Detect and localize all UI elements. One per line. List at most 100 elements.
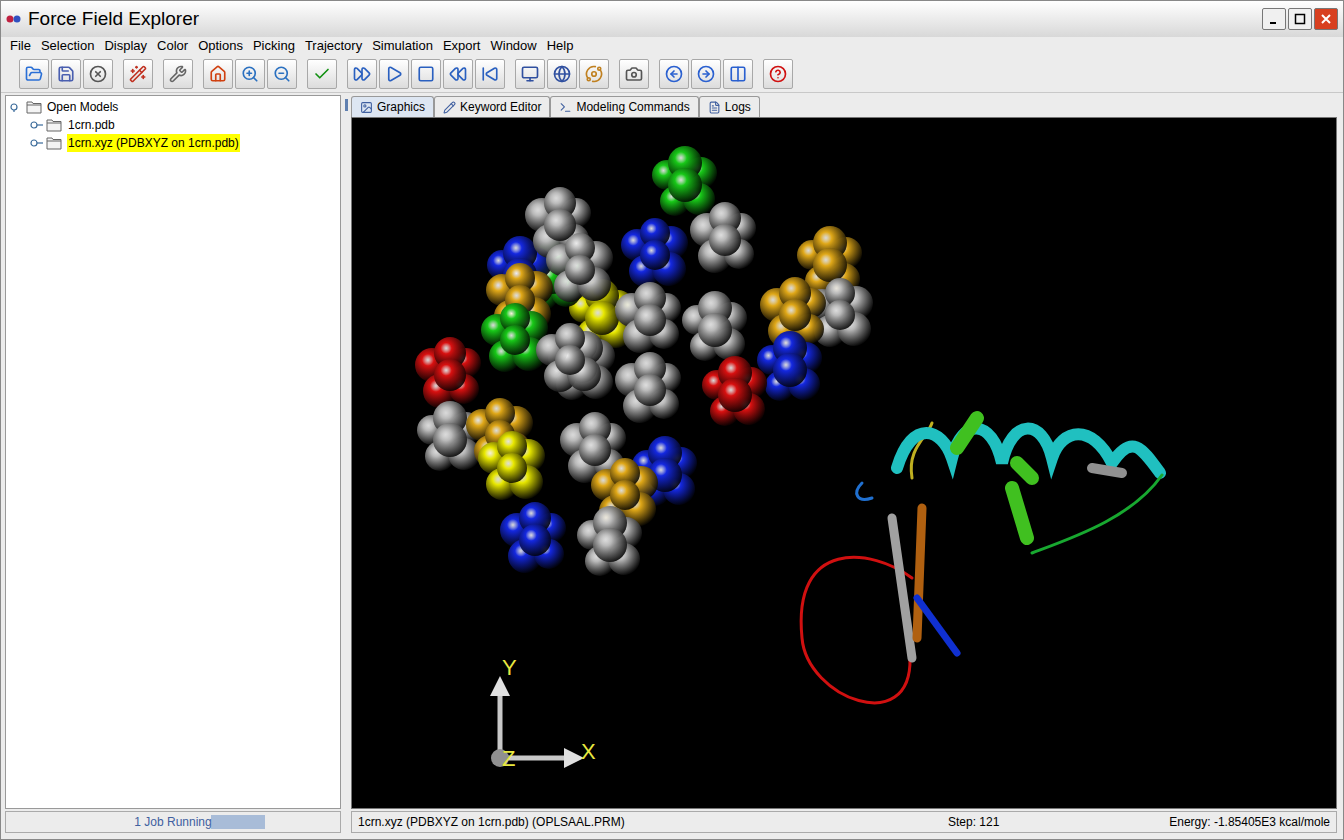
menu-item[interactable]: Simulation xyxy=(367,38,438,54)
toolbar-button[interactable] xyxy=(475,59,505,89)
svg-text:Z: Z xyxy=(502,746,515,771)
toolbar-button[interactable] xyxy=(659,59,689,89)
status-energy: Energy: -1.85405E3 kcal/mole xyxy=(1169,813,1330,831)
space-filling-model[interactable]: Y Z X xyxy=(352,118,1336,809)
menu-item[interactable]: File xyxy=(5,38,36,54)
menu-item[interactable]: Display xyxy=(99,38,152,54)
toolbar-button[interactable] xyxy=(379,59,409,89)
menu-item[interactable]: Picking xyxy=(248,38,300,54)
tab-bar: GraphicsKeyword EditorModeling CommandsL… xyxy=(351,95,1337,117)
keyword-icon xyxy=(443,101,456,114)
save-icon xyxy=(57,65,75,83)
right-column: GraphicsKeyword EditorModeling CommandsL… xyxy=(351,95,1337,833)
rewind-icon xyxy=(449,65,467,83)
app-window: Force Field Explorer FileSelectionDisplay… xyxy=(0,0,1344,840)
help-icon xyxy=(769,65,787,83)
menu-item[interactable]: Selection xyxy=(36,38,99,54)
graphics-icon xyxy=(360,101,373,114)
stop-icon xyxy=(417,65,435,83)
splitter[interactable] xyxy=(341,95,351,833)
toolbar-button[interactable] xyxy=(579,59,609,89)
toolbar-button[interactable] xyxy=(235,59,265,89)
toolbar-button[interactable] xyxy=(267,59,297,89)
svg-text:Y: Y xyxy=(502,655,517,680)
play-icon xyxy=(385,65,403,83)
toolbar-button[interactable] xyxy=(515,59,545,89)
minimize-icon xyxy=(1268,13,1280,25)
toolbar-button[interactable] xyxy=(723,59,753,89)
left-column: Open Models1crn.pdb1crn.xyz (PDBXYZ on 1… xyxy=(5,95,341,833)
job-status: 1 Job Running xyxy=(5,811,341,833)
monitor-icon xyxy=(521,65,539,83)
app-logo-icon xyxy=(6,13,22,25)
minimize-button[interactable] xyxy=(1262,8,1286,30)
logs-icon xyxy=(708,101,721,114)
menu-item[interactable]: Help xyxy=(542,38,579,54)
folder-icon xyxy=(46,136,62,150)
menu-item[interactable]: Window xyxy=(485,38,541,54)
orbit-icon xyxy=(585,65,603,83)
folder-icon xyxy=(46,118,62,132)
expand-handle-icon[interactable] xyxy=(10,102,24,112)
open-icon xyxy=(25,65,43,83)
toolbar-button[interactable] xyxy=(691,59,721,89)
close-button[interactable] xyxy=(1314,8,1338,30)
zoom-out-icon xyxy=(273,65,291,83)
maximize-button[interactable] xyxy=(1288,8,1312,30)
toolbar-button[interactable] xyxy=(307,59,337,89)
toolbar-button[interactable] xyxy=(19,59,49,89)
close-icon xyxy=(89,65,107,83)
tab[interactable]: Logs xyxy=(699,96,760,117)
folder-icon xyxy=(26,100,42,114)
toolbar-button[interactable] xyxy=(347,59,377,89)
tree-item[interactable]: 1crn.xyz (PDBXYZ on 1crn.pdb) xyxy=(6,134,340,152)
wand-icon xyxy=(129,65,147,83)
tab[interactable]: Modeling Commands xyxy=(550,96,698,117)
tree-item[interactable]: 1crn.pdb xyxy=(6,116,340,134)
ribbon-model[interactable] xyxy=(801,418,1162,703)
model-tree: Open Models1crn.pdb1crn.xyz (PDBXYZ on 1… xyxy=(5,95,341,809)
forward-icon xyxy=(697,65,715,83)
toolbar-button[interactable] xyxy=(83,59,113,89)
zoom-in-icon xyxy=(241,65,259,83)
tools-icon xyxy=(169,65,187,83)
tree-root[interactable]: Open Models xyxy=(6,98,340,116)
main-area: Open Models1crn.pdb1crn.xyz (PDBXYZ on 1… xyxy=(1,93,1343,839)
toolbar-button[interactable] xyxy=(203,59,233,89)
close-icon xyxy=(1320,13,1332,25)
expand-handle-icon[interactable] xyxy=(30,138,44,148)
status-bar: 1crn.xyz (PDBXYZ on 1crn.pdb) (OPLSAAL.P… xyxy=(351,811,1337,833)
menu-item[interactable]: Trajectory xyxy=(300,38,367,54)
svg-text:X: X xyxy=(581,739,596,764)
expand-handle-icon[interactable] xyxy=(30,120,44,130)
toolbar xyxy=(1,55,1343,93)
title-bar: Force Field Explorer xyxy=(1,1,1343,37)
busy-indicator xyxy=(211,815,265,829)
globe-icon xyxy=(553,65,571,83)
tab[interactable]: Keyword Editor xyxy=(434,96,550,117)
check-icon xyxy=(313,65,331,83)
toolbar-button[interactable] xyxy=(763,59,793,89)
menu-item[interactable]: Export xyxy=(438,38,486,54)
graphics-canvas[interactable]: Y Z X xyxy=(351,117,1337,809)
toolbar-button[interactable] xyxy=(547,59,577,89)
status-model: 1crn.xyz (PDBXYZ on 1crn.pdb) (OPLSAAL.P… xyxy=(358,813,948,831)
back-icon xyxy=(665,65,683,83)
toolbar-button[interactable] xyxy=(411,59,441,89)
toolbar-button[interactable] xyxy=(163,59,193,89)
tab[interactable]: Graphics xyxy=(351,96,434,117)
reset-icon xyxy=(481,65,499,83)
axes-widget: Y Z X xyxy=(490,655,596,771)
window-title: Force Field Explorer xyxy=(28,5,1256,34)
home-icon xyxy=(209,65,227,83)
toolbar-button[interactable] xyxy=(443,59,473,89)
toolbar-button[interactable] xyxy=(51,59,81,89)
commands-icon xyxy=(559,101,572,114)
menu-item[interactable]: Options xyxy=(193,38,248,54)
toolbar-button[interactable] xyxy=(619,59,649,89)
toolbar-button[interactable] xyxy=(123,59,153,89)
camera-icon xyxy=(625,65,643,83)
maximize-icon xyxy=(1294,13,1306,25)
menu-item[interactable]: Color xyxy=(152,38,193,54)
status-step: Step: 121 xyxy=(948,813,1169,831)
